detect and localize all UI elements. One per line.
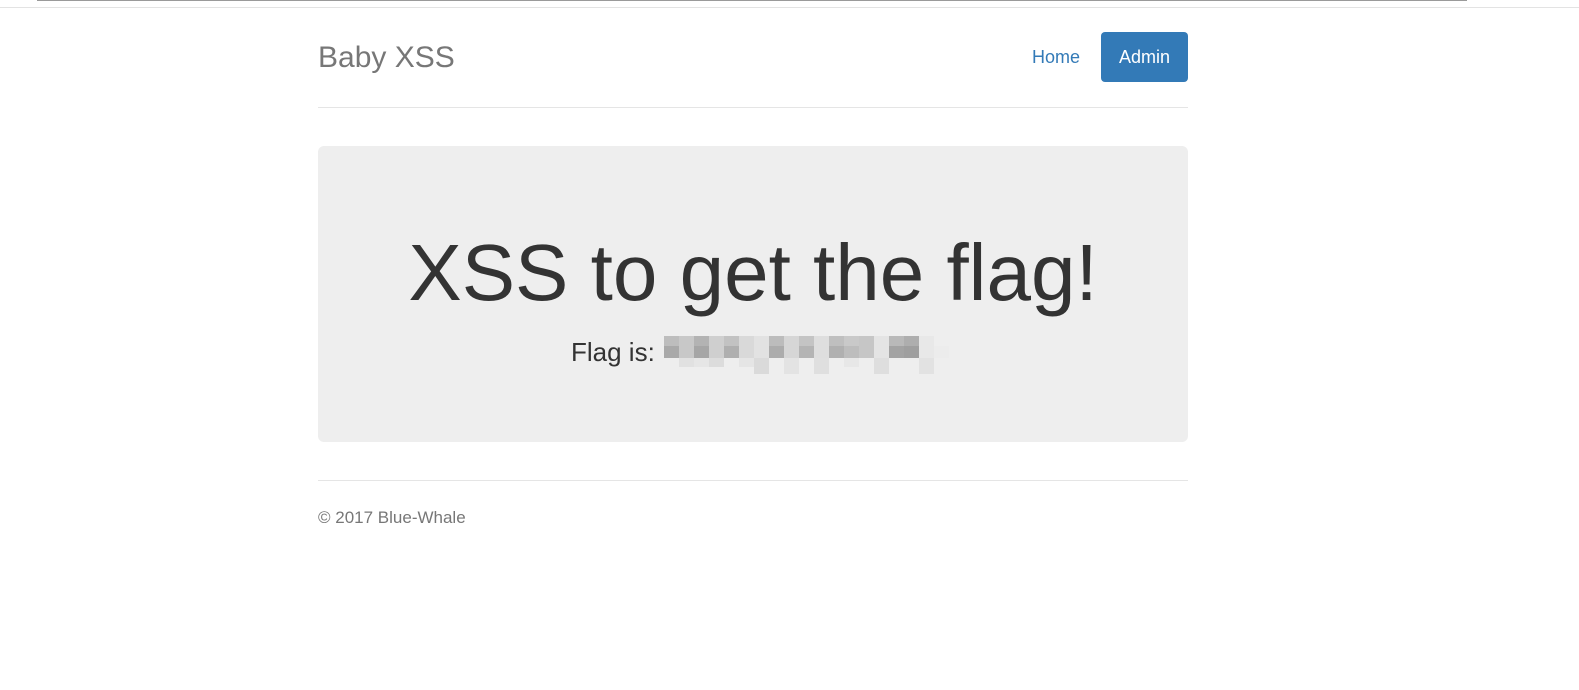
flag-line: Flag is: bbox=[571, 330, 949, 374]
footer-copyright: © 2017 Blue-Whale bbox=[318, 508, 466, 527]
page-header: Baby XSS Home Admin bbox=[318, 32, 1188, 108]
redacted-flag-value bbox=[663, 336, 949, 380]
nav-pills: Home Admin bbox=[1011, 32, 1188, 82]
footer-divider bbox=[318, 480, 1188, 481]
nav-home-link[interactable]: Home bbox=[1011, 32, 1101, 82]
site-brand: Baby XSS bbox=[318, 41, 455, 74]
jumbotron-heading: XSS to get the flag! bbox=[408, 228, 1098, 317]
horizontal-scrollbar[interactable] bbox=[37, 0, 1467, 1]
flag-label: Flag is: bbox=[571, 337, 655, 367]
jumbotron: XSS to get the flag! Flag is: bbox=[318, 146, 1188, 442]
nav-admin-button[interactable]: Admin bbox=[1100, 32, 1188, 82]
browser-top-edge bbox=[0, 0, 1579, 8]
